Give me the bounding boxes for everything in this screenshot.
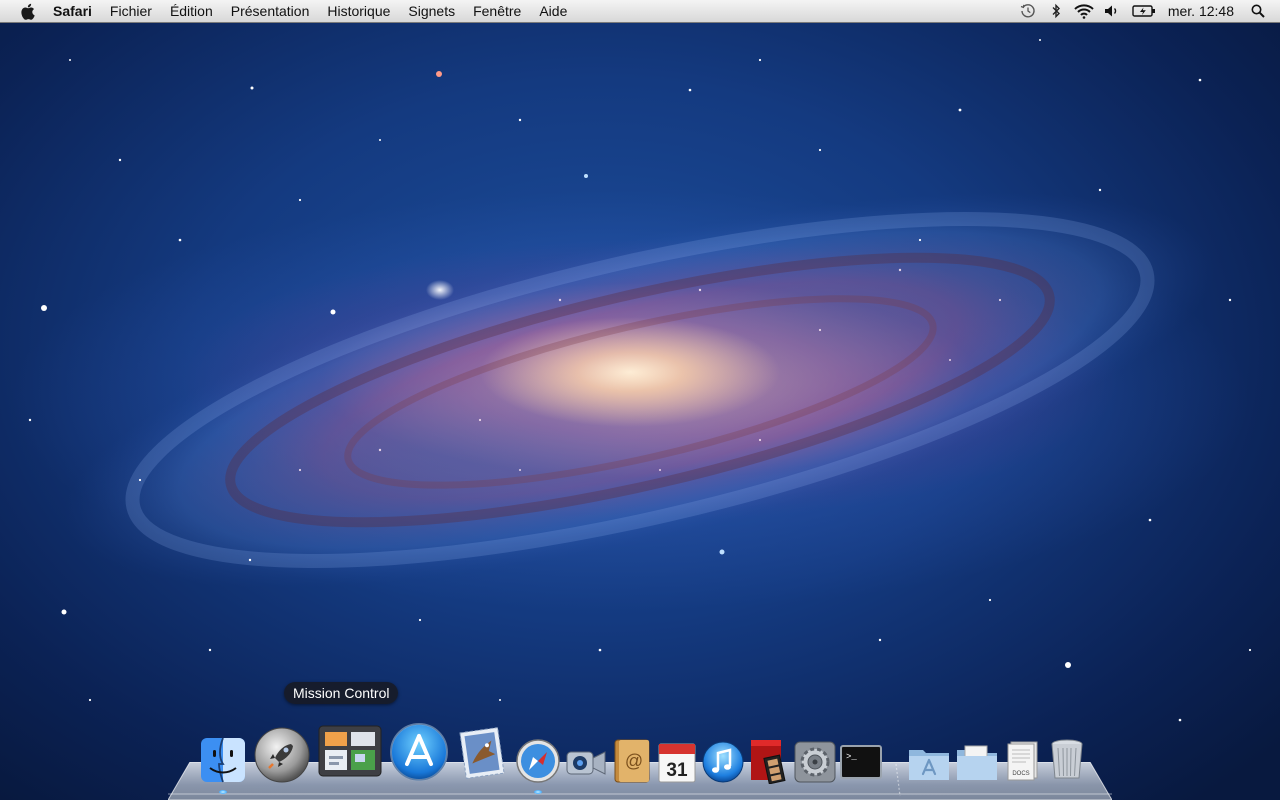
bluetooth-icon[interactable] — [1042, 0, 1070, 22]
photo-booth-icon[interactable] — [747, 738, 791, 784]
terminal-icon[interactable]: >_ — [839, 742, 883, 782]
safari-compass-icon[interactable] — [515, 738, 561, 784]
applications-folder-icon[interactable] — [907, 742, 951, 782]
calendar-icon[interactable]: 31 — [657, 740, 697, 784]
menu-aide[interactable]: Aide — [530, 0, 576, 22]
menu-presentation[interactable]: Présentation — [222, 0, 319, 22]
docs-label: DOCS — [1012, 771, 1029, 777]
time-machine-icon[interactable] — [1014, 0, 1042, 22]
menu-bar: Safari Fichier Édition Présentation Hist… — [0, 0, 1280, 23]
launchpad-rocket-icon[interactable] — [253, 726, 311, 784]
menu-signets[interactable]: Signets — [399, 0, 464, 22]
trash-icon[interactable] — [1047, 738, 1087, 782]
mission-control-icon[interactable] — [317, 722, 383, 780]
menu-fichier[interactable]: Fichier — [101, 0, 161, 22]
address-book-icon[interactable]: @ — [611, 738, 653, 784]
calendar-day-label: 31 — [666, 760, 688, 781]
menu-bar-status: mer. 12:48 — [1014, 0, 1280, 22]
dock: @ 31 >_ DOCS — [195, 722, 1095, 784]
app-store-icon[interactable] — [389, 722, 449, 782]
menu-fenetre[interactable]: Fenêtre — [464, 0, 530, 22]
menu-historique[interactable]: Historique — [318, 0, 399, 22]
facetime-camera-icon[interactable] — [565, 742, 607, 784]
finder-icon[interactable] — [198, 734, 248, 784]
wifi-icon[interactable] — [1070, 0, 1098, 22]
documents-folder-icon[interactable] — [955, 742, 999, 782]
docs-stack-icon[interactable]: DOCS — [1003, 740, 1041, 782]
menu-app-name[interactable]: Safari — [44, 0, 101, 22]
menu-bar-left: Safari Fichier Édition Présentation Hist… — [0, 0, 576, 22]
menu-edition[interactable]: Édition — [161, 0, 222, 22]
star-field — [28, 39, 1252, 722]
menu-bar-clock[interactable]: mer. 12:48 — [1162, 3, 1244, 19]
battery-icon[interactable] — [1126, 0, 1162, 22]
mail-stamp-icon[interactable] — [457, 726, 507, 780]
apple-logo-icon[interactable] — [16, 0, 38, 22]
volume-icon[interactable] — [1098, 0, 1126, 22]
dock-tooltip: Mission Control — [284, 682, 399, 704]
safari-running-indicator — [534, 790, 542, 794]
itunes-note-icon[interactable] — [701, 740, 745, 784]
svg-text:>_: >_ — [846, 752, 857, 762]
svg-text:@: @ — [625, 751, 643, 771]
finder-running-indicator — [219, 790, 227, 794]
gear-icon[interactable] — [793, 740, 837, 784]
spotlight-search-icon[interactable] — [1244, 0, 1272, 22]
